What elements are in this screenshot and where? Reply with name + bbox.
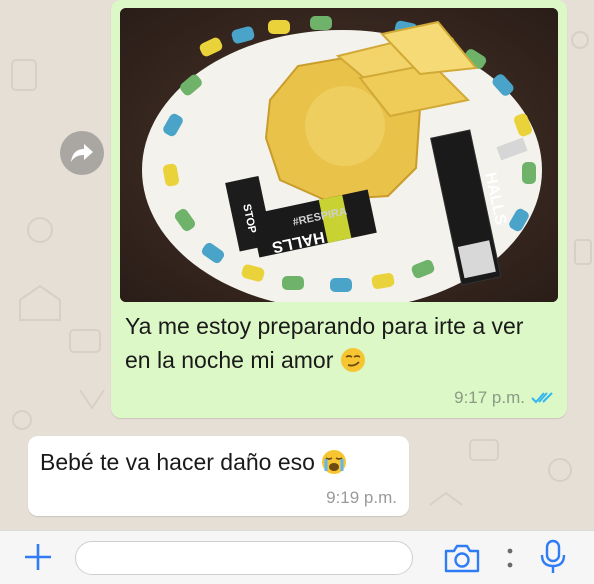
- incoming-message-bubble[interactable]: Bebé te va hacer daño eso 9:19 p.m.: [28, 436, 409, 516]
- outgoing-timestamp: 9:17 p.m.: [454, 388, 525, 407]
- incoming-text-content: Bebé te va hacer daño eso: [40, 449, 315, 475]
- double-check-read-icon: [531, 392, 553, 404]
- message-input[interactable]: [75, 541, 413, 575]
- plus-icon: [25, 544, 51, 570]
- microphone-icon: [540, 539, 566, 573]
- incoming-message-text: Bebé te va hacer daño eso: [40, 449, 347, 477]
- more-options-button[interactable]: [505, 543, 515, 573]
- message-input-bar: [0, 530, 594, 584]
- photo-pineapple-plate: #RESPIRA HALLS STOP HALLS: [120, 8, 558, 302]
- smirking-face-icon: [340, 347, 365, 372]
- outgoing-message-text: Ya me estoy preparando para irte a ver e…: [125, 309, 555, 377]
- loudly-crying-face-icon: [322, 449, 347, 474]
- camera-button[interactable]: [442, 541, 482, 575]
- shared-photo[interactable]: #RESPIRA HALLS STOP HALLS: [120, 8, 558, 302]
- vertical-dots-icon: [507, 548, 513, 568]
- outgoing-message-bubble[interactable]: #RESPIRA HALLS STOP HALLS Ya me estoy pr…: [111, 0, 567, 418]
- incoming-timestamp: 9:19 p.m.: [326, 488, 397, 507]
- camera-icon: [444, 544, 480, 573]
- outgoing-text-content: Ya me estoy preparando para irte a ver e…: [125, 313, 524, 373]
- outgoing-message-meta: 9:17 p.m.: [454, 388, 553, 408]
- forward-arrow-icon: [71, 144, 93, 162]
- microphone-button[interactable]: [538, 537, 568, 577]
- attach-button[interactable]: [20, 537, 56, 577]
- forward-button[interactable]: [60, 131, 104, 175]
